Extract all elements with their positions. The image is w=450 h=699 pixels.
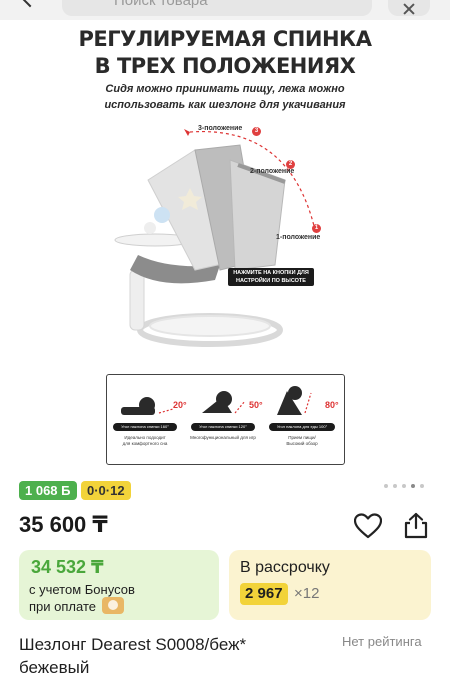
bonus-price-amount: 34 532 ₸ bbox=[31, 557, 104, 577]
mode-description: Многофункциональный для игр bbox=[187, 435, 259, 441]
installment-amount: 2 967 bbox=[240, 583, 288, 605]
image-subtitle: Сидя можно принимать пищу, лежа можно ис… bbox=[0, 81, 450, 113]
mode-caption: Угол наклона для еды 100° bbox=[269, 423, 335, 431]
installment-title: В рассрочку bbox=[240, 559, 330, 576]
mode-desc-line: Многофункциональный для игр bbox=[190, 435, 256, 440]
search-placeholder: Поиск товара bbox=[114, 0, 208, 9]
position-number: 3 bbox=[252, 127, 261, 136]
bonus-price-card[interactable]: 34 532 ₸ с учетом Бонусов при оплате bbox=[19, 550, 219, 620]
position-number: 1 bbox=[312, 224, 321, 233]
position-label: 3-положение bbox=[198, 125, 243, 132]
gallery-dot[interactable] bbox=[420, 484, 424, 488]
gallery-dot[interactable] bbox=[384, 484, 388, 488]
bonus-badge: 1 068 Б bbox=[19, 481, 77, 500]
installment-multiplier: ×12 bbox=[294, 585, 320, 602]
positions-drawing bbox=[121, 386, 312, 415]
rating-status[interactable]: Нет рейтинга bbox=[342, 634, 422, 649]
mode-description: Идеально подходит для комфортного сна bbox=[113, 435, 177, 447]
mode-desc-line: Высокий обзор bbox=[286, 441, 318, 446]
gallery-dot[interactable] bbox=[402, 484, 406, 488]
bonus-coin-icon bbox=[102, 597, 124, 614]
search-input[interactable]: Поиск товара bbox=[62, 0, 372, 16]
note-line: НАСТРОЙКИ ПО ВЫСОТЕ bbox=[236, 278, 306, 284]
share-icon[interactable] bbox=[402, 511, 430, 539]
favorite-heart-icon[interactable] bbox=[354, 513, 382, 539]
position-label: 1-положение bbox=[276, 234, 321, 241]
bonus-price-note: с учетом Бонусов bbox=[29, 582, 135, 597]
position-number: 2 bbox=[286, 160, 295, 169]
angle-label: 20° bbox=[173, 400, 187, 410]
mode-caption: Угол наклона спинки 120° bbox=[191, 423, 255, 431]
baby-swing-illustration: 3-положение 3 2-положение 2 1-положение … bbox=[100, 120, 360, 355]
mode-description: Прием пищи/ Высокий обзор bbox=[269, 435, 335, 447]
image-subtitle-line: Сидя можно принимать пищу, лежа можно bbox=[105, 83, 345, 95]
product-price: 35 600 ₸ bbox=[19, 512, 108, 537]
height-button-note: НАЖМИТЕ НА КНОПКИ ДЛЯ НАСТРОЙКИ ПО ВЫСОТ… bbox=[228, 268, 314, 286]
back-arrow-icon[interactable] bbox=[18, 0, 42, 8]
product-image[interactable]: РЕГУЛИРУЕМАЯ СПИНКА В ТРЕХ ПОЛОЖЕНИЯХ Си… bbox=[0, 20, 450, 475]
product-title: Шезлонг Dearest S0008/беж* бежевый bbox=[19, 635, 247, 677]
gallery-dot[interactable] bbox=[393, 484, 397, 488]
position-label: 2-положение bbox=[250, 168, 295, 175]
mode-caption: Угол наклона спинки 160° bbox=[113, 423, 177, 431]
close-icon[interactable] bbox=[388, 0, 430, 16]
image-subtitle-line: использовать как шезлонг для укачивания bbox=[104, 99, 346, 111]
image-title-line: В ТРЕХ ПОЛОЖЕНИЯХ bbox=[94, 54, 356, 78]
mode-desc-line: для комфортного сна bbox=[122, 441, 168, 446]
angle-label: 50° bbox=[249, 400, 263, 410]
angle-label: 80° bbox=[325, 400, 339, 410]
image-title: РЕГУЛИРУЕМАЯ СПИНКА В ТРЕХ ПОЛОЖЕНИЯХ bbox=[0, 26, 450, 80]
image-title-line: РЕГУЛИРУЕМАЯ СПИНКА bbox=[78, 27, 372, 51]
note-line: НАЖМИТЕ НА КНОПКИ ДЛЯ bbox=[233, 270, 309, 276]
bonus-price-note: при оплате bbox=[29, 599, 96, 614]
gallery-dot-active[interactable] bbox=[411, 484, 415, 488]
baby-swing-drawing bbox=[114, 129, 316, 347]
positions-diagram: 20° 50° 80° Угол наклона спинки 160° Уго… bbox=[106, 374, 345, 465]
top-bar: Поиск товара bbox=[0, 0, 450, 20]
installment-card[interactable]: В рассрочку 2 967 ×12 bbox=[229, 550, 431, 620]
installment-badge: 0·0·12 bbox=[81, 481, 131, 500]
